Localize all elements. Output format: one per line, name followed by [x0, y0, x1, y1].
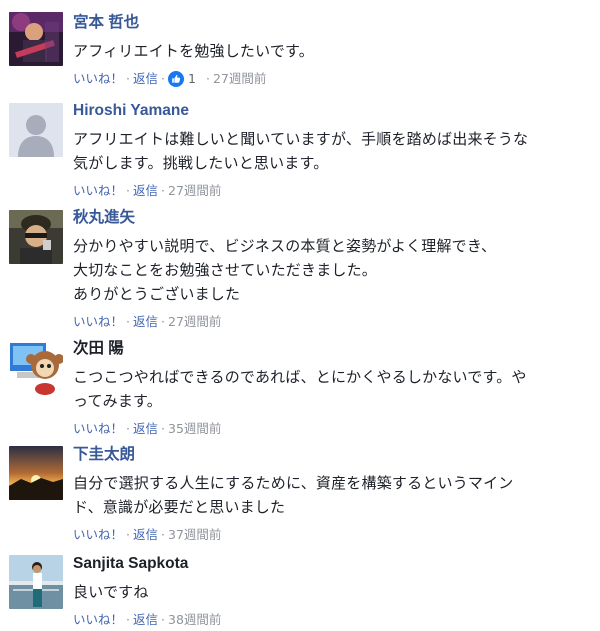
- avatar[interactable]: [9, 555, 63, 609]
- timestamp[interactable]: 27週間前: [213, 70, 266, 88]
- like-link[interactable]: いいね！: [73, 70, 123, 88]
- reply-link[interactable]: 返信: [133, 313, 158, 331]
- comment-actions: いいね！ · 返信 · 38週間前: [73, 611, 560, 629]
- like-link[interactable]: いいね！: [73, 182, 123, 200]
- separator: ·: [161, 527, 165, 542]
- timestamp[interactable]: 27週間前: [168, 313, 221, 331]
- commenter-name[interactable]: 下圭太朗: [73, 445, 135, 465]
- avatar[interactable]: [9, 210, 63, 264]
- timestamp[interactable]: 37週間前: [168, 526, 221, 544]
- reply-link[interactable]: 返信: [133, 182, 158, 200]
- commenter-name[interactable]: 次田 陽: [73, 339, 124, 359]
- like-link[interactable]: いいね！: [73, 420, 123, 438]
- like-link[interactable]: いいね！: [73, 611, 123, 629]
- reply-link[interactable]: 返信: [133, 526, 158, 544]
- reaction-count[interactable]: 1: [168, 70, 199, 88]
- separator: ·: [205, 71, 210, 86]
- separator: ·: [126, 183, 130, 198]
- separator: ·: [161, 314, 165, 329]
- avatar[interactable]: [9, 12, 63, 66]
- commenter-name[interactable]: 秋丸進矢: [73, 208, 135, 228]
- comment-actions: いいね！ · 返信 · 37週間前: [73, 526, 560, 544]
- separator: ·: [126, 71, 130, 86]
- comment-actions: いいね！ · 返信 · 27週間前: [73, 182, 560, 200]
- comment-text: アフリエイトは難しいと聞いていますが、手順を踏めば出来そうな 気がします。挑戦し…: [73, 130, 529, 172]
- avatar[interactable]: [9, 341, 63, 395]
- like-reaction-icon: [168, 71, 184, 87]
- separator: ·: [161, 612, 165, 627]
- reply-link[interactable]: 返信: [133, 420, 158, 438]
- timestamp[interactable]: 35週間前: [168, 420, 221, 438]
- comment-body: 宮本 哲也 アフィリエイトを勉強したいです。 いいね！ · 返信 · 1 · 2…: [73, 12, 560, 88]
- reply-link[interactable]: 返信: [133, 611, 158, 629]
- commenter-name[interactable]: Hiroshi Yamane: [73, 101, 189, 121]
- comment-body: 下圭太朗 自分で選択する人生にするために、資産を構築するというマイン ド、意識が…: [73, 444, 560, 544]
- comment-text: こつこつやればできるのであれば、とにかくやるしかないです。や ってみます。: [73, 368, 527, 410]
- comment-actions: いいね！ · 返信 · 27週間前: [73, 313, 560, 331]
- comment-text: 自分で選択する人生にするために、資産を構築するというマイン ド、意識が必要だと思…: [73, 474, 514, 516]
- separator: ·: [161, 183, 165, 198]
- separator: ·: [126, 314, 130, 329]
- avatar[interactable]: [9, 446, 63, 500]
- avatar[interactable]: [9, 103, 63, 157]
- comment-body: Hiroshi Yamane アフリエイトは難しいと聞いていますが、手順を踏めば…: [73, 100, 560, 200]
- comment-body: 次田 陽 こつこつやればできるのであれば、とにかくやるしかないです。や ってみま…: [73, 338, 560, 438]
- timestamp[interactable]: 27週間前: [168, 182, 221, 200]
- like-link[interactable]: いいね！: [73, 313, 123, 331]
- comment-body: 秋丸進矢 分かりやすい説明で、ビジネスの本質と姿勢がよく理解でき、 大切なことを…: [73, 207, 560, 331]
- comment-text: 分かりやすい説明で、ビジネスの本質と姿勢がよく理解でき、 大切なことをお勉強させ…: [73, 237, 497, 303]
- commenter-name[interactable]: Sanjita Sapkota: [73, 554, 188, 574]
- like-link[interactable]: いいね！: [73, 526, 123, 544]
- reply-link[interactable]: 返信: [133, 70, 158, 88]
- separator: ·: [161, 421, 165, 436]
- separator: ·: [126, 421, 130, 436]
- timestamp[interactable]: 38週間前: [168, 611, 221, 629]
- comment-body: Sanjita Sapkota 良いですね いいね！ · 返信 · 38週間前: [73, 553, 560, 629]
- comment-actions: いいね！ · 返信 · 1 · 27週間前: [73, 70, 560, 88]
- comment-text: アフィリエイトを勉強したいです。: [73, 42, 314, 60]
- separator: ·: [126, 527, 130, 542]
- comment-text: 良いですね: [73, 583, 149, 601]
- separator: ·: [126, 612, 130, 627]
- comment-actions: いいね！ · 返信 · 35週間前: [73, 420, 560, 438]
- separator: ·: [161, 71, 165, 86]
- commenter-name[interactable]: 宮本 哲也: [73, 13, 139, 33]
